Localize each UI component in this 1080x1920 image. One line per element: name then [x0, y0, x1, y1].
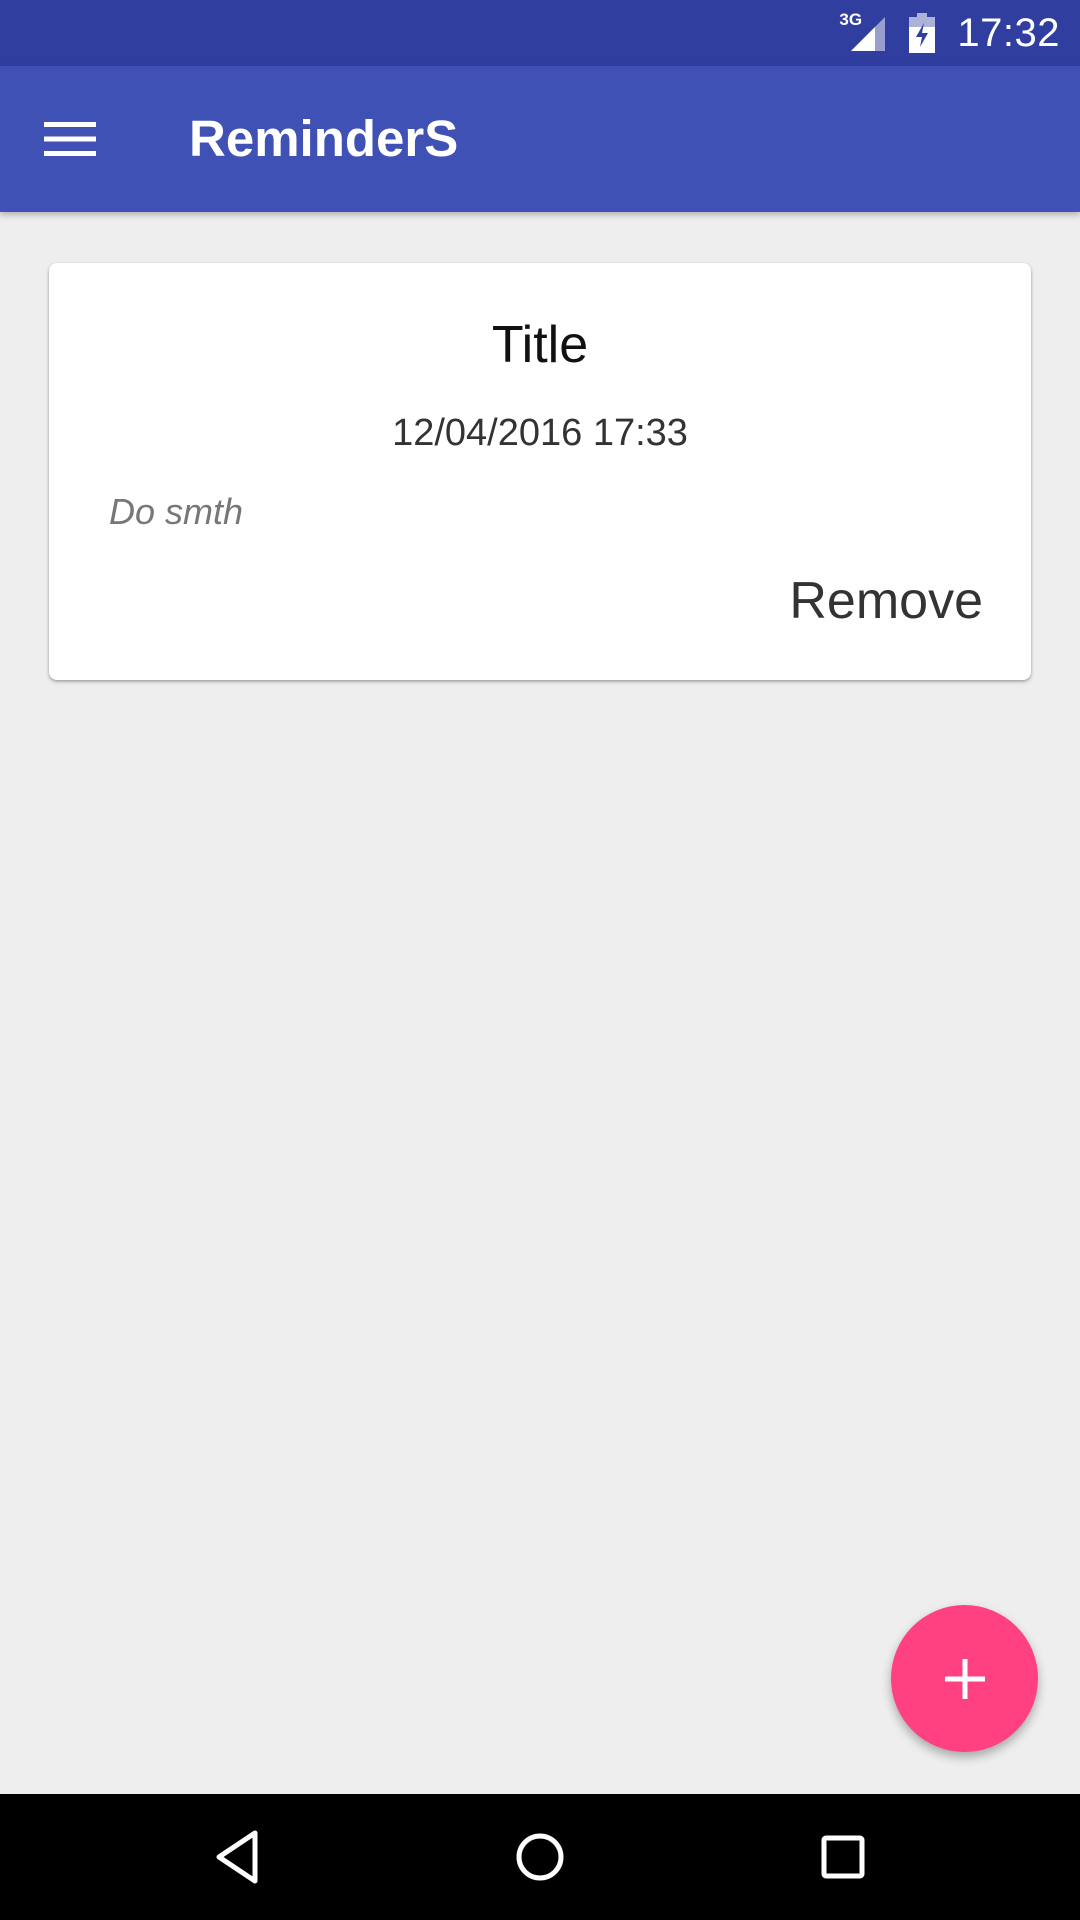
plus-icon — [944, 1658, 985, 1699]
recents-icon — [821, 1835, 865, 1879]
status-icons: 3G 17:32 — [839, 0, 1060, 66]
screen: 3G 17:32 ReminderS Title 12/04/2016 17:3… — [0, 0, 1080, 1920]
reminder-card: Title 12/04/2016 17:33 Do smth Remove — [49, 263, 1031, 680]
reminder-datetime: 12/04/2016 17:33 — [392, 412, 688, 454]
recents-button[interactable] — [798, 1812, 888, 1902]
remove-button[interactable]: Remove — [775, 565, 997, 637]
reminder-title: Title — [491, 316, 589, 374]
status-time: 17:32 — [957, 10, 1060, 55]
back-button[interactable] — [192, 1812, 282, 1902]
hamburger-menu-icon — [44, 122, 96, 156]
add-reminder-button[interactable] — [891, 1605, 1038, 1752]
menu-button[interactable] — [22, 91, 118, 187]
home-icon — [516, 1833, 564, 1881]
reminder-body: Do smth — [109, 491, 244, 532]
home-button[interactable] — [495, 1812, 585, 1902]
status-bar: 3G 17:32 — [0, 0, 1080, 66]
signal-icon: 3G — [839, 11, 887, 53]
back-icon — [216, 1830, 258, 1884]
navigation-bar — [0, 1794, 1080, 1920]
battery-charging-icon — [909, 13, 936, 53]
app-title: ReminderS — [189, 110, 459, 167]
app-bar: ReminderS — [0, 66, 1080, 212]
